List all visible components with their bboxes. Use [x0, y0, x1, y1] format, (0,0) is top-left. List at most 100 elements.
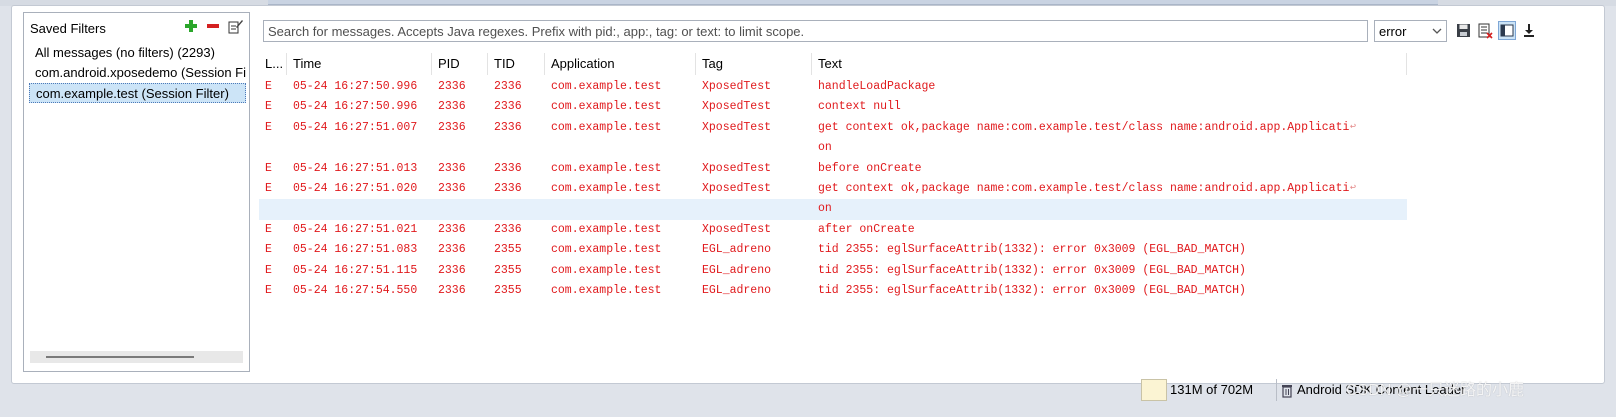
log-row[interactable]: on: [259, 199, 1407, 220]
watermark: CSDN @一只迷路的小鹿: [1346, 382, 1525, 399]
edit-icon[interactable]: [227, 18, 243, 34]
column-header-level[interactable]: L...: [259, 53, 287, 75]
log-tag: EGL_adreno: [702, 283, 772, 297]
log-pid: 2336: [438, 80, 466, 93]
column-header-pid[interactable]: PID: [432, 53, 488, 75]
log-tag: XposedTest: [702, 222, 772, 236]
scroll-lock-icon[interactable]: [1520, 21, 1538, 40]
memory-indicator[interactable]: [1141, 379, 1167, 401]
log-tag: XposedTest: [702, 181, 772, 195]
column-header-tag[interactable]: Tag: [696, 53, 812, 75]
log-text: context null: [818, 100, 901, 114]
log-row[interactable]: E 05-24 16:27:51.115 2336 2355 com.example.t…: [259, 261, 1407, 281]
log-text: before onCreate: [818, 161, 922, 175]
log-level-select[interactable]: error: [1374, 20, 1447, 42]
log-level: E: [265, 243, 272, 257]
filter-label: All messages (no filters) (2293): [35, 45, 215, 60]
save-icon[interactable]: [1454, 21, 1472, 40]
log-level: E: [265, 120, 272, 134]
log-table-header: L... Time PID TID Application Tag Text: [259, 53, 1407, 75]
log-tid: 2336: [494, 100, 522, 114]
saved-filters-panel: Saved Filters All messages (no filters) …: [23, 12, 250, 372]
log-time: 05-24 16:27:54.550: [293, 283, 418, 297]
memory-usage: 131M of 702M: [1170, 382, 1254, 397]
log-level: E: [265, 80, 272, 93]
log-application: com.example.test: [551, 80, 662, 93]
log-text: get context ok,package name:com.example.…: [818, 181, 1350, 195]
filter-item-all[interactable]: All messages (no filters) (2293): [29, 43, 246, 63]
log-time: 05-24 16:27:51.021: [293, 222, 418, 236]
log-row[interactable]: E 05-24 16:27:50.996 2336 2336 com.example.t…: [259, 77, 1407, 97]
clear-log-icon[interactable]: [1476, 21, 1494, 40]
log-level: E: [265, 283, 272, 297]
log-time: 05-24 16:27:51.083: [293, 243, 418, 257]
saved-filters-title: Saved Filters: [30, 21, 106, 36]
log-row[interactable]: E 05-24 16:27:54.550 2336 2355 com.example.t…: [259, 281, 1407, 301]
log-pid: 2336: [438, 120, 466, 134]
log-row[interactable]: E 05-24 16:27:51.007 2336 2336 com.example.t…: [259, 118, 1407, 138]
column-header-text[interactable]: Text: [812, 53, 1407, 75]
log-application: com.example.test: [551, 161, 662, 175]
log-row[interactable]: E 05-24 16:27:50.996 2336 2336 com.example.t…: [259, 97, 1407, 117]
log-time: 05-24 16:27:51.020: [293, 181, 418, 195]
log-row[interactable]: E 05-24 16:27:51.020 2336 2336 com.example.t…: [259, 179, 1407, 199]
column-header-time[interactable]: Time: [287, 53, 432, 75]
line-wrap-icon: ↩: [1350, 182, 1357, 194]
log-row[interactable]: E 05-24 16:27:51.013 2336 2336 com.example.t…: [259, 159, 1407, 179]
log-pid: 2336: [438, 181, 466, 195]
log-tag: XposedTest: [702, 120, 772, 134]
log-tag: XposedTest: [702, 100, 772, 114]
log-row[interactable]: E 05-24 16:27:51.083 2336 2355 com.example.t…: [259, 240, 1407, 260]
filter-item-xposedemo[interactable]: com.android.xposedemo (Session Filter): [29, 63, 246, 83]
scrollbar-thumb[interactable]: [46, 356, 194, 358]
log-application: com.example.test: [551, 181, 662, 195]
log-pid: 2336: [438, 243, 466, 257]
log-row[interactable]: on: [259, 138, 1407, 158]
trash-icon[interactable]: [1281, 383, 1293, 401]
log-text: tid 2355: eglSurfaceAttrib(1332): error …: [818, 283, 1246, 297]
log-application: com.example.test: [551, 120, 662, 134]
add-icon[interactable]: [183, 18, 199, 34]
log-pid: 2336: [438, 161, 466, 175]
search-input[interactable]: [263, 20, 1368, 42]
log-application: com.example.test: [551, 222, 662, 236]
log-time: 05-24 16:27:51.007: [293, 120, 418, 134]
log-tid: 2336: [494, 161, 522, 175]
filter-toolbar: [183, 18, 243, 34]
log-row[interactable]: E 05-24 16:27:51.021 2336 2336 com.example.t…: [259, 220, 1407, 240]
log-text: handleLoadPackage: [818, 80, 936, 93]
filter-item-example-test[interactable]: com.example.test (Session Filter): [29, 83, 246, 103]
log-application: com.example.test: [551, 100, 662, 114]
log-application: com.example.test: [551, 243, 662, 257]
log-pid: 2336: [438, 263, 466, 277]
log-text: get context ok,package name:com.example.…: [818, 120, 1350, 134]
log-pid: 2336: [438, 100, 466, 114]
log-tid: 2336: [494, 222, 522, 236]
remove-icon[interactable]: [205, 18, 221, 34]
horizontal-scrollbar[interactable]: [30, 351, 243, 363]
log-pid: 2336: [438, 222, 466, 236]
toggle-column-icon[interactable]: [1498, 21, 1516, 40]
log-tag: XposedTest: [702, 161, 772, 175]
log-tid: 2336: [494, 120, 522, 134]
log-text: on: [818, 141, 832, 155]
log-tid: 2336: [494, 181, 522, 195]
log-text: tid 2355: eglSurfaceAttrib(1332): error …: [818, 243, 1246, 257]
log-tid: 2355: [494, 243, 522, 257]
log-level: E: [265, 181, 272, 195]
column-header-tid[interactable]: TID: [488, 53, 545, 75]
log-table-body: E 05-24 16:27:50.996 2336 2336 com.example.t…: [259, 77, 1407, 301]
log-text: on: [818, 202, 832, 216]
log-application: com.example.test: [551, 283, 662, 297]
column-header-application[interactable]: Application: [545, 53, 696, 75]
log-level: E: [265, 161, 272, 175]
log-level: E: [265, 222, 272, 236]
log-tag: EGL_adreno: [702, 263, 772, 277]
log-tid: 2355: [494, 263, 522, 277]
log-level-value: error: [1379, 23, 1407, 39]
log-pid: 2336: [438, 283, 466, 297]
status-separator: [1276, 379, 1277, 401]
log-time: 05-24 16:27:50.996: [293, 80, 418, 93]
log-tid: 2355: [494, 283, 522, 297]
log-tag: EGL_adreno: [702, 243, 772, 257]
